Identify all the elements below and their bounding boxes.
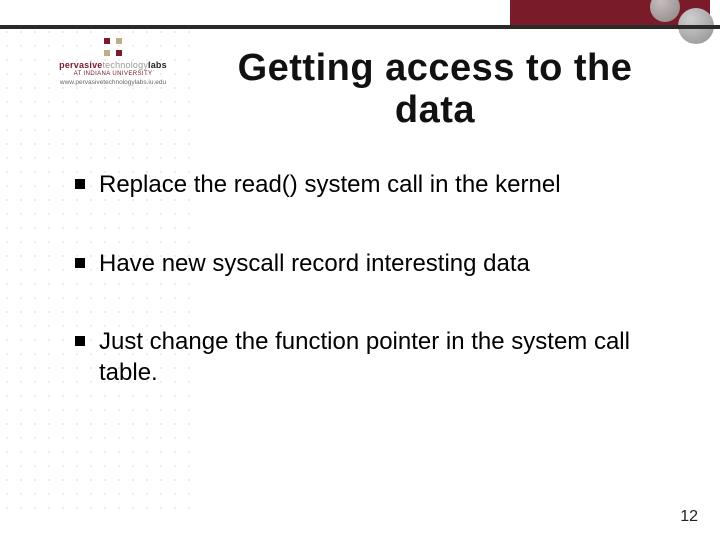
slide-title: Getting access to the data: [200, 48, 670, 132]
list-item: Replace the read() system call in the ke…: [75, 170, 655, 201]
logo-subline: AT INDIANA UNIVERSITY: [38, 71, 188, 77]
header-divider: [0, 25, 720, 29]
slide: pervasivetechnologylabs AT INDIANA UNIVE…: [0, 0, 720, 540]
bullet-text: Replace the read() system call in the ke…: [99, 170, 655, 201]
list-item: Just change the function pointer in the …: [75, 327, 655, 388]
bullet-list: Replace the read() system call in the ke…: [75, 170, 655, 437]
logo-mark-icon: [104, 38, 122, 56]
list-item: Have new syscall record interesting data: [75, 249, 655, 280]
page-number: 12: [680, 508, 698, 526]
logo-word-labs: labs: [148, 60, 167, 70]
square-bullet-icon: [75, 336, 85, 346]
org-logo: pervasivetechnologylabs AT INDIANA UNIVE…: [38, 38, 188, 86]
square-bullet-icon: [75, 179, 85, 189]
logo-word-pervasive: pervasive: [59, 60, 102, 70]
bullet-text: Have new syscall record interesting data: [99, 249, 655, 280]
square-bullet-icon: [75, 258, 85, 268]
logo-wordmark: pervasivetechnologylabs: [38, 60, 188, 70]
bullet-text: Just change the function pointer in the …: [99, 327, 655, 388]
logo-word-technology: technology: [102, 60, 148, 70]
logo-url: www.pervasivetechnologylabs.iu.edu: [38, 79, 188, 86]
